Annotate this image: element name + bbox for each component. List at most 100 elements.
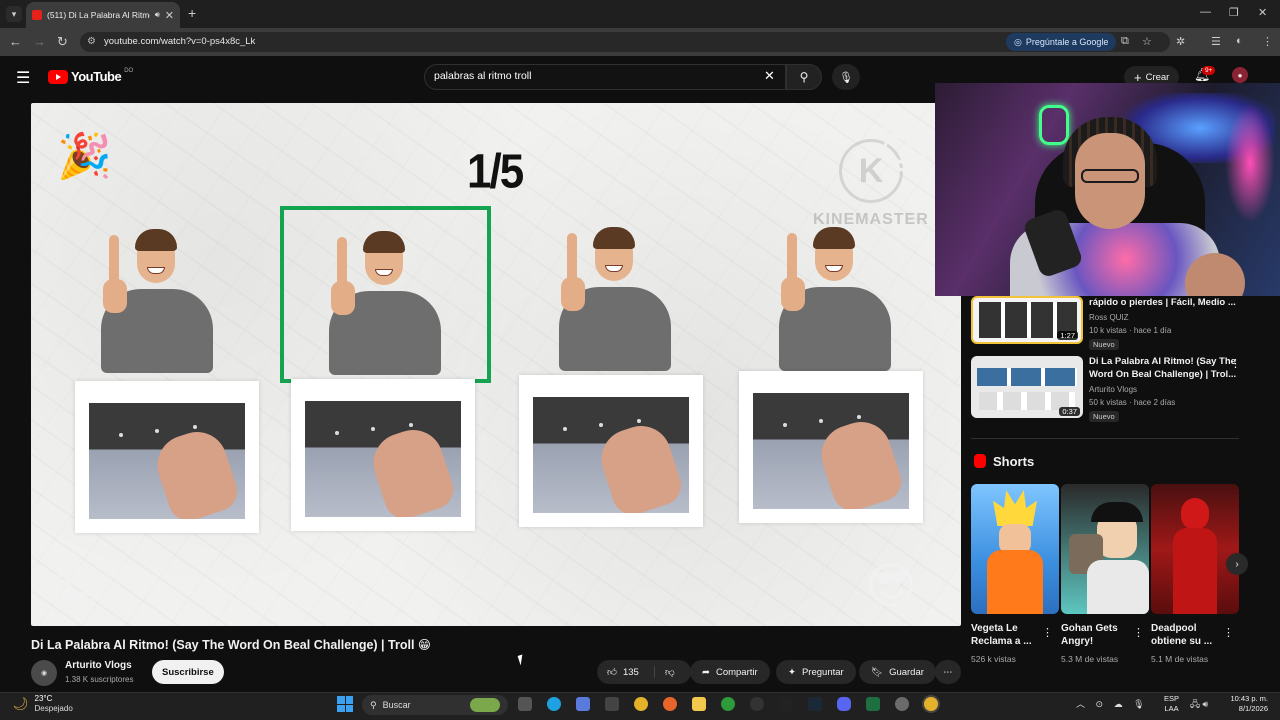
channel-name[interactable]: Arturito Vlogs: [65, 660, 132, 671]
recommended-title[interactable]: rápido o pierdes | Fácil, Medio ...: [1089, 297, 1236, 309]
share-button[interactable]: ➦ Compartir: [690, 660, 770, 684]
like-dislike-group: 👍︎ 135 👎︎: [597, 660, 691, 684]
short-title[interactable]: Deadpool obtiene su ...: [1151, 622, 1221, 648]
clear-search-icon[interactable]: ✕: [764, 68, 775, 84]
moon-icon: 🌙︎: [12, 696, 29, 711]
dislike-button[interactable]: 👎︎: [661, 666, 675, 678]
hamburger-menu-icon[interactable]: ☰: [16, 68, 30, 88]
account-avatar[interactable]: ●: [1232, 67, 1248, 83]
steam-icon[interactable]: [808, 697, 822, 711]
ask-google-button[interactable]: ◎ Pregúntale a Google: [1006, 33, 1117, 51]
chrome-active-icon[interactable]: [924, 697, 938, 711]
pointing-man-image: [545, 221, 685, 371]
youtube-logo[interactable]: YouTube DO: [48, 68, 133, 84]
recommended-thumbnail[interactable]: 1:27: [971, 296, 1083, 344]
tongue-face-icon: 😛: [49, 562, 102, 618]
input-language[interactable]: ESP LAA: [1164, 694, 1179, 714]
onedrive-icon[interactable]: ☁︎: [1114, 699, 1123, 709]
video-title: Di La Palabra Al Ritmo! (Say The Word On…: [31, 638, 431, 652]
tray-overflow-chevron-icon[interactable]: ︿: [1076, 699, 1085, 709]
search-icon: ⚲: [370, 699, 377, 710]
microphone-icon[interactable]: 🎙︎: [1133, 699, 1144, 709]
share-label: Compartir: [715, 666, 758, 678]
copilot-icon[interactable]: [576, 697, 590, 711]
youtube-play-icon: [48, 69, 68, 84]
channel-avatar[interactable]: ◉: [31, 660, 57, 686]
weather-condition: Despejado: [34, 704, 73, 713]
browser-menu-icon[interactable]: ⋮: [1262, 35, 1273, 48]
epic-games-icon[interactable]: [779, 697, 793, 711]
recommended-thumbnail[interactable]: 0:37: [971, 356, 1083, 418]
more-options-icon[interactable]: ⋮: [1042, 626, 1053, 639]
recommended-channel[interactable]: Ross QUIZ: [1089, 313, 1129, 322]
more-options-icon[interactable]: ⋮: [1230, 357, 1241, 370]
reload-icon[interactable]: ↻: [57, 34, 68, 50]
short-thumbnail[interactable]: [1151, 484, 1239, 614]
network-volume-icons[interactable]: 🖧︎ 🔊︎: [1190, 697, 1208, 713]
close-window-icon[interactable]: ✕: [1258, 6, 1267, 19]
site-info-icon[interactable]: ⚙︎: [87, 36, 96, 47]
language-code: ESP: [1164, 694, 1180, 703]
voice-search-button[interactable]: 🎙︎: [832, 64, 860, 90]
settings-gear-icon[interactable]: [895, 697, 909, 711]
taskbar-search[interactable]: ⚲ Buscar: [362, 695, 508, 715]
taskbar-clock[interactable]: 10:43 p. m. 8/1/2026: [1224, 694, 1268, 714]
divider: [971, 438, 1239, 439]
layout-code: LAA: [1164, 704, 1179, 713]
xbox-icon[interactable]: [721, 697, 735, 711]
cast-icon[interactable]: ⧉: [1121, 35, 1129, 48]
shorts-next-chevron-icon[interactable]: ›: [1226, 553, 1248, 575]
short-title[interactable]: Vegeta Le Reclama a ...: [971, 622, 1041, 648]
new-tab-icon[interactable]: +: [188, 5, 196, 21]
more-options-icon[interactable]: ⋮: [1223, 626, 1234, 639]
media-app-icon[interactable]: [750, 697, 764, 711]
recommended-title-line2[interactable]: Word On Beal Challenge) | Trol...: [1089, 369, 1236, 381]
system-tray[interactable]: ︿ ⊙ ☁︎ 🎙︎: [1076, 697, 1145, 710]
close-tab-icon[interactable]: ✕: [165, 9, 174, 22]
short-views: 5.3 M de vistas: [1061, 654, 1119, 664]
reading-list-icon[interactable]: ☰: [1211, 35, 1221, 48]
short-thumbnail[interactable]: [971, 484, 1059, 614]
speaker-icon[interactable]: 🔊︎: [155, 10, 160, 20]
logo-text: YouTube: [71, 69, 122, 84]
restore-icon[interactable]: ❐: [1229, 6, 1239, 19]
edge-icon[interactable]: [547, 697, 561, 711]
search-button[interactable]: ⚲: [786, 64, 822, 90]
ask-button[interactable]: ✦ Preguntar: [776, 660, 856, 684]
browser-tab-active[interactable]: (511) Di La Palabra Al Ritmo 🔊︎ ✕: [26, 2, 180, 28]
chrome-icon[interactable]: [634, 697, 648, 711]
more-options-icon[interactable]: ⋮: [1133, 626, 1144, 639]
more-actions-button[interactable]: ⋯: [935, 660, 961, 684]
tab-search-chevron-icon[interactable]: ▾: [6, 6, 22, 22]
video-duration: 1:27: [1057, 331, 1078, 340]
like-button[interactable]: 👍︎ 135: [597, 666, 655, 678]
tray-app-icon[interactable]: ⊙: [1096, 699, 1104, 709]
file-explorer-icon[interactable]: [692, 697, 706, 711]
extensions-icon[interactable]: ✲: [1176, 35, 1185, 48]
recommended-channel[interactable]: Arturito Vlogs: [1089, 385, 1137, 394]
recommended-title[interactable]: Di La Palabra Al Ritmo! (Say The: [1089, 356, 1236, 368]
profile-icon[interactable]: ◐: [1236, 35, 1243, 47]
back-icon[interactable]: ←: [9, 34, 22, 49]
url-text[interactable]: youtube.com/watch?v=0-ps4x8c_Lk: [104, 36, 255, 47]
unity-icon[interactable]: [605, 697, 619, 711]
bookmark-star-icon[interactable]: ☆: [1142, 35, 1152, 48]
excel-icon[interactable]: [866, 697, 880, 711]
short-title-line1: Vegeta Le: [971, 623, 1018, 634]
short-title[interactable]: Gohan Gets Angry!: [1061, 622, 1131, 648]
minimize-icon[interactable]: —: [1200, 6, 1211, 18]
discord-icon[interactable]: [837, 697, 851, 711]
forward-icon[interactable]: →: [33, 34, 46, 49]
short-thumbnail[interactable]: [1061, 484, 1149, 614]
clock-date: 8/1/2026: [1238, 704, 1268, 713]
firefox-icon[interactable]: [663, 697, 677, 711]
video-player[interactable]: 1/5 K KINEMASTER 🎉 😇 😛 😎: [31, 103, 961, 626]
subscribe-button[interactable]: Suscribirse: [152, 660, 224, 684]
task-view-icon[interactable]: [518, 697, 532, 711]
search-input[interactable]: palabras al ritmo troll: [434, 70, 531, 82]
taskbar-search-label: Buscar: [382, 700, 411, 710]
short-title-line2: Angry!: [1061, 636, 1094, 647]
windows-start-icon[interactable]: [337, 696, 353, 712]
weather-widget[interactable]: 🌙︎ 23°C Despejado: [12, 694, 73, 714]
save-button[interactable]: 🔖︎ Guardar: [859, 660, 936, 684]
